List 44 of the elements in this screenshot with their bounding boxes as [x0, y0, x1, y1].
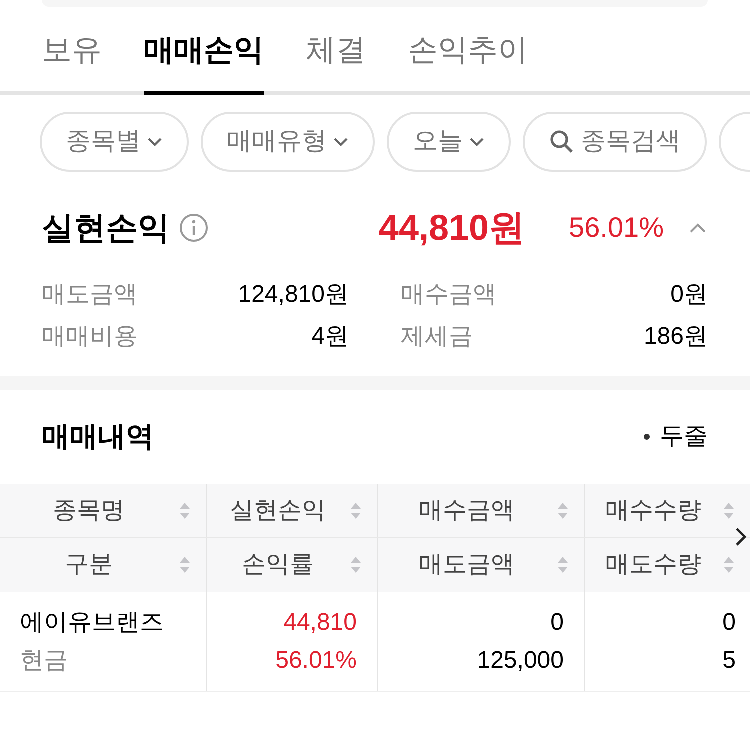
table-cell-text: 0	[722, 608, 736, 638]
trade-type: 현금	[20, 646, 69, 676]
table-cell-text: 125,000	[477, 646, 564, 676]
profit-rate: 56.01%	[569, 211, 664, 245]
metric-label: 매도금액	[42, 280, 138, 310]
table-cell-text: 56.01%	[276, 646, 357, 676]
tab[interactable]: 체결	[306, 29, 366, 91]
search-icon	[549, 129, 575, 155]
tab[interactable]: 손익추이	[408, 29, 528, 91]
column-header[interactable]: 실현손익	[207, 484, 378, 537]
chevron-down-icon	[333, 137, 349, 147]
chevron-down-icon	[147, 137, 163, 147]
column-header[interactable]: 매수금액	[378, 484, 585, 537]
column-header[interactable]: 매수수량	[585, 484, 750, 537]
metric-value: 186원	[644, 322, 708, 352]
column-header[interactable]: 종목명	[0, 484, 207, 537]
view-toggle[interactable]: 두줄	[644, 419, 708, 455]
tab[interactable]: 보유	[42, 29, 102, 91]
filter-dropdown[interactable]: 종목별	[40, 112, 189, 172]
metric-label: 제세금	[401, 322, 473, 352]
filter-dropdown[interactable]: 매매유형	[201, 112, 375, 172]
filter-dropdown[interactable]: 오늘	[387, 112, 511, 172]
info-icon[interactable]	[178, 212, 210, 244]
chevron-right-icon[interactable]	[734, 526, 748, 548]
column-header[interactable]: 손익률	[207, 538, 378, 592]
table-cell-text: 5	[722, 646, 736, 676]
section-title: 매매내역	[42, 420, 154, 454]
metric-label: 매수금액	[401, 280, 497, 310]
table-cell-text: 0	[550, 608, 564, 638]
column-header[interactable]: 매도금액	[378, 538, 585, 592]
metric-value: 124,810원	[238, 280, 349, 310]
section-title: 실현손익	[42, 209, 170, 248]
filter-chip[interactable]	[719, 112, 750, 172]
column-header[interactable]: 구분	[0, 538, 207, 592]
metric-label: 매매비용	[42, 322, 138, 352]
search-button[interactable]: 종목검색	[523, 112, 707, 172]
column-header[interactable]: 매도수량	[585, 538, 750, 592]
profit-amount: 44,810원	[378, 206, 526, 250]
stock-name[interactable]: 에이유브랜즈	[20, 604, 206, 642]
table-cell-text: 44,810	[284, 608, 357, 638]
chevron-down-icon	[469, 137, 485, 147]
metric-value: 4원	[312, 322, 349, 352]
metric-value: 0원	[670, 280, 708, 310]
dot-icon	[644, 434, 650, 440]
